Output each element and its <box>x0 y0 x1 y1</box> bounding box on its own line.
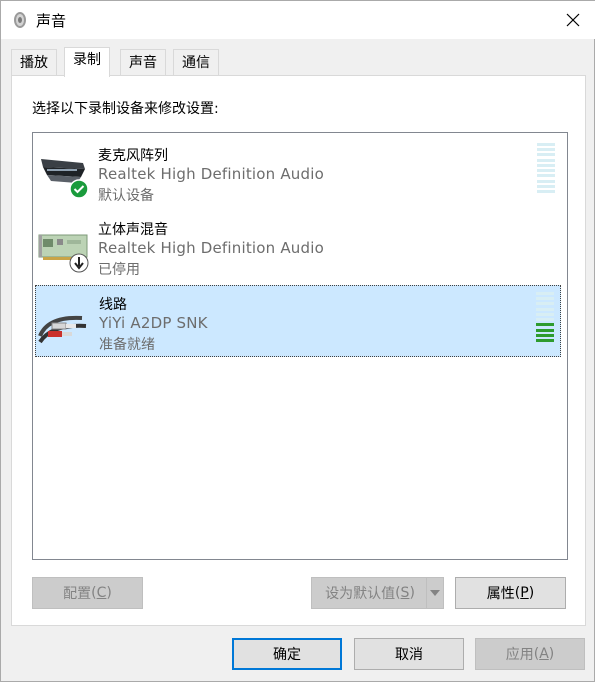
chevron-down-icon <box>430 590 440 596</box>
level-meter <box>537 143 555 193</box>
tab-communications[interactable]: 通信 <box>173 49 219 76</box>
device-list[interactable]: 麦克风阵列 Realtek High Definition Audio 默认设备 <box>32 132 568 560</box>
device-description: YiYi A2DP SNK <box>99 314 208 332</box>
disabled-arrow-icon <box>69 253 89 277</box>
device-name: 立体声混音 <box>98 222 168 238</box>
ok-button[interactable]: 确定 <box>232 638 342 670</box>
list-item[interactable]: 麦克风阵列 Realtek High Definition Audio 默认设备 <box>35 137 561 209</box>
line-in-cable-icon <box>38 296 92 350</box>
configure-button[interactable]: 配置(C) <box>32 577 143 609</box>
device-name: 线路 <box>99 297 127 313</box>
set-default-button[interactable]: 设为默认值(S) <box>311 577 429 609</box>
close-icon <box>566 13 580 27</box>
list-item[interactable]: 线路 YiYi A2DP SNK 准备就绪 <box>35 285 561 357</box>
properties-button[interactable]: 属性(P) <box>455 577 566 609</box>
device-status: 默认设备 <box>98 188 154 204</box>
set-default-dropdown[interactable] <box>426 577 444 609</box>
cancel-button[interactable]: 取消 <box>354 638 464 670</box>
sound-dialog: 声音 播放 录制 声音 通信 选择以下录制设备来修改设置: 麦克风阵列 Real… <box>0 0 595 682</box>
tab-playback[interactable]: 播放 <box>11 49 57 76</box>
default-check-icon <box>69 179 89 203</box>
device-description: Realtek High Definition Audio <box>98 239 324 257</box>
recording-panel: 选择以下录制设备来修改设置: 麦克风阵列 Realtek High Defini… <box>11 75 586 626</box>
device-description: Realtek High Definition Audio <box>98 165 324 183</box>
tab-sounds[interactable]: 声音 <box>120 49 166 76</box>
apply-button[interactable]: 应用(A) <box>475 638 585 670</box>
level-meter <box>536 292 554 342</box>
close-button[interactable] <box>550 1 595 39</box>
device-status: 已停用 <box>98 262 140 278</box>
device-name: 麦克风阵列 <box>98 148 168 164</box>
title-bar[interactable]: 声音 <box>1 1 595 39</box>
device-status: 准备就绪 <box>99 337 155 353</box>
speaker-icon <box>11 11 29 29</box>
list-item[interactable]: 立体声混音 Realtek High Definition Audio 已停用 <box>35 211 561 283</box>
window-title: 声音 <box>36 12 67 30</box>
instruction-text: 选择以下录制设备来修改设置: <box>32 101 219 117</box>
tab-recording[interactable]: 录制 <box>64 47 110 77</box>
